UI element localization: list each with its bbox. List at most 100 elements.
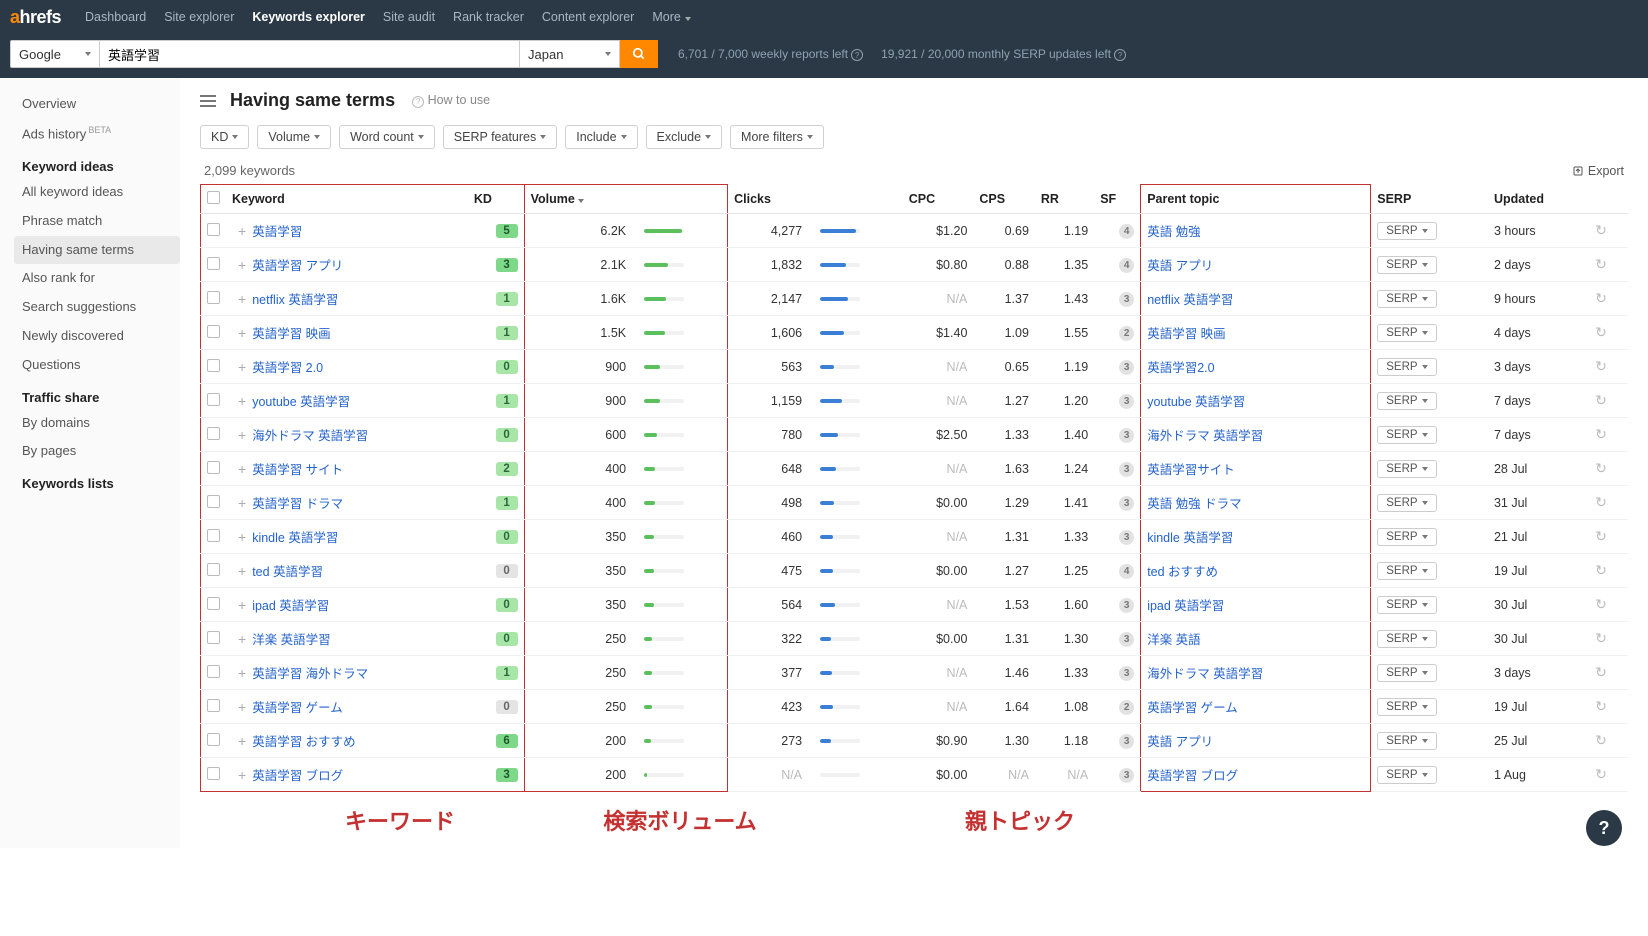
row-checkbox[interactable]	[207, 529, 220, 542]
col-parent[interactable]: Parent topic	[1141, 185, 1351, 214]
refresh-icon[interactable]: ↻	[1595, 256, 1607, 272]
expand-icon[interactable]: +	[238, 427, 246, 443]
refresh-icon[interactable]: ↻	[1595, 324, 1607, 340]
row-checkbox[interactable]	[207, 427, 220, 440]
expand-icon[interactable]: +	[238, 291, 246, 307]
serp-button[interactable]: SERP	[1377, 698, 1436, 716]
sidebar-questions[interactable]: Questions	[14, 351, 180, 380]
keyword-link[interactable]: 英語学習 映画	[252, 327, 330, 341]
col-keyword[interactable]: Keyword	[226, 185, 468, 214]
keyword-link[interactable]: kindle 英語学習	[252, 531, 338, 545]
expand-icon[interactable]: +	[238, 597, 246, 613]
parent-topic-link[interactable]: 英語 勉強	[1147, 225, 1200, 239]
expand-icon[interactable]: +	[238, 699, 246, 715]
nav-keywords-explorer[interactable]: Keywords explorer	[252, 10, 365, 24]
sidebar-also-rank-for[interactable]: Also rank for	[14, 264, 180, 293]
col-cpc[interactable]: CPC	[903, 185, 974, 214]
expand-icon[interactable]: +	[238, 631, 246, 647]
expand-icon[interactable]: +	[238, 563, 246, 579]
keyword-link[interactable]: 洋楽 英語学習	[252, 633, 330, 647]
expand-icon[interactable]: +	[238, 665, 246, 681]
filter-volume[interactable]: Volume	[257, 125, 331, 149]
serp-button[interactable]: SERP	[1377, 290, 1436, 308]
keyword-link[interactable]: 海外ドラマ 英語学習	[252, 429, 368, 443]
expand-icon[interactable]: +	[238, 359, 246, 375]
refresh-icon[interactable]: ↻	[1595, 596, 1607, 612]
serp-button[interactable]: SERP	[1377, 324, 1436, 342]
nav-site-explorer[interactable]: Site explorer	[164, 10, 234, 24]
how-to-use-link[interactable]: ? How to use	[409, 93, 490, 108]
refresh-icon[interactable]: ↻	[1595, 358, 1607, 374]
keyword-link[interactable]: 英語学習 アプリ	[252, 259, 343, 273]
row-checkbox[interactable]	[207, 257, 220, 270]
nav-more[interactable]: More	[652, 10, 690, 24]
refresh-icon[interactable]: ↻	[1595, 528, 1607, 544]
sidebar-phrase-match[interactable]: Phrase match	[14, 207, 180, 236]
expand-icon[interactable]: +	[238, 223, 246, 239]
sidebar-having-same-terms[interactable]: Having same terms	[14, 236, 180, 265]
parent-topic-link[interactable]: 英語学習 映画	[1147, 327, 1225, 341]
expand-icon[interactable]: +	[238, 767, 246, 783]
keyword-link[interactable]: 英語学習 サイト	[252, 463, 343, 477]
sidebar-by-pages[interactable]: By pages	[14, 437, 180, 466]
serp-button[interactable]: SERP	[1377, 630, 1436, 648]
row-checkbox[interactable]	[207, 325, 220, 338]
menu-icon[interactable]	[200, 95, 216, 107]
row-checkbox[interactable]	[207, 223, 220, 236]
parent-topic-link[interactable]: 海外ドラマ 英語学習	[1147, 429, 1263, 443]
refresh-icon[interactable]: ↻	[1595, 562, 1607, 578]
refresh-icon[interactable]: ↻	[1595, 664, 1607, 680]
serp-button[interactable]: SERP	[1377, 392, 1436, 410]
export-button[interactable]: Export	[1572, 164, 1624, 178]
keyword-link[interactable]: youtube 英語学習	[252, 395, 350, 409]
keyword-link[interactable]: ted 英語学習	[252, 565, 323, 579]
row-checkbox[interactable]	[207, 495, 220, 508]
col-clicks[interactable]: Clicks	[728, 185, 809, 214]
parent-topic-link[interactable]: 英語 アプリ	[1147, 735, 1213, 749]
serp-button[interactable]: SERP	[1377, 256, 1436, 274]
keyword-link[interactable]: 英語学習 ブログ	[252, 769, 343, 783]
expand-icon[interactable]: +	[238, 495, 246, 511]
serp-button[interactable]: SERP	[1377, 494, 1436, 512]
filter-kd[interactable]: KD	[200, 125, 249, 149]
parent-topic-link[interactable]: 英語 アプリ	[1147, 259, 1213, 273]
refresh-icon[interactable]: ↻	[1595, 494, 1607, 510]
expand-icon[interactable]: +	[238, 733, 246, 749]
row-checkbox[interactable]	[207, 767, 220, 780]
expand-icon[interactable]: +	[238, 393, 246, 409]
nav-content-explorer[interactable]: Content explorer	[542, 10, 634, 24]
filter-exclude[interactable]: Exclude	[646, 125, 722, 149]
expand-icon[interactable]: +	[238, 325, 246, 341]
search-button[interactable]	[620, 40, 658, 68]
row-checkbox[interactable]	[207, 359, 220, 372]
select-all-checkbox[interactable]	[207, 191, 220, 204]
serp-button[interactable]: SERP	[1377, 562, 1436, 580]
help-fab[interactable]: ?	[1586, 810, 1622, 846]
keyword-link[interactable]: 英語学習 ドラマ	[252, 497, 343, 511]
col-sf[interactable]: SF	[1094, 185, 1140, 214]
refresh-icon[interactable]: ↻	[1595, 426, 1607, 442]
parent-topic-link[interactable]: ted おすすめ	[1147, 565, 1218, 579]
keyword-link[interactable]: 英語学習 ゲーム	[252, 701, 343, 715]
serp-button[interactable]: SERP	[1377, 222, 1436, 240]
keyword-link[interactable]: netflix 英語学習	[252, 293, 338, 307]
refresh-icon[interactable]: ↻	[1595, 630, 1607, 646]
refresh-icon[interactable]: ↻	[1595, 460, 1607, 476]
parent-topic-link[interactable]: youtube 英語学習	[1147, 395, 1245, 409]
col-cps[interactable]: CPS	[973, 185, 1035, 214]
refresh-icon[interactable]: ↻	[1595, 732, 1607, 748]
parent-topic-link[interactable]: 海外ドラマ 英語学習	[1147, 667, 1263, 681]
row-checkbox[interactable]	[207, 597, 220, 610]
refresh-icon[interactable]: ↻	[1595, 392, 1607, 408]
col-serp[interactable]: SERP	[1371, 185, 1488, 214]
sidebar-overview[interactable]: Overview	[14, 90, 180, 119]
sidebar-all-keyword-ideas[interactable]: All keyword ideas	[14, 178, 180, 207]
row-checkbox[interactable]	[207, 291, 220, 304]
parent-topic-link[interactable]: netflix 英語学習	[1147, 293, 1233, 307]
expand-icon[interactable]: +	[238, 257, 246, 273]
col-kd[interactable]: KD	[468, 185, 524, 214]
parent-topic-link[interactable]: kindle 英語学習	[1147, 531, 1233, 545]
parent-topic-link[interactable]: 英語学習 ゲーム	[1147, 701, 1238, 715]
sidebar-newly-discovered[interactable]: Newly discovered	[14, 322, 180, 351]
col-updated[interactable]: Updated	[1488, 185, 1589, 214]
